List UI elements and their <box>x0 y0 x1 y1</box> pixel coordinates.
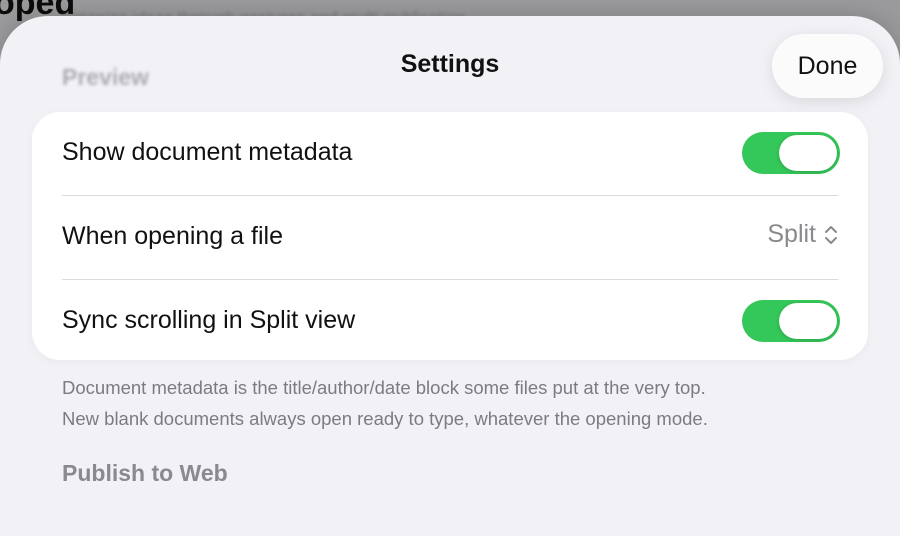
sync-scrolling-toggle[interactable] <box>742 300 840 342</box>
footnote-line: New blank documents always open ready to… <box>62 408 708 429</box>
chevron-up-down-icon <box>825 225 837 244</box>
opening-mode-picker[interactable]: Split <box>767 220 838 249</box>
settings-card: Show document metadata When opening a fi… <box>32 112 868 360</box>
settings-footnote: Document metadata is the title/author/da… <box>62 372 708 434</box>
show-metadata-toggle[interactable] <box>742 132 840 174</box>
toggle-knob <box>779 135 837 171</box>
footnote-line: Document metadata is the title/author/da… <box>62 377 706 398</box>
done-button[interactable]: Done <box>772 34 883 98</box>
row-label: Show document metadata <box>62 138 353 166</box>
settings-sheet: Preview Settings Done Show document meta… <box>0 16 900 536</box>
row-when-opening-a-file[interactable]: When opening a file Split <box>32 196 868 279</box>
row-show-document-metadata: Show document metadata <box>32 112 868 195</box>
picker-value: Split <box>767 220 816 248</box>
row-sync-scrolling: Sync scrolling in Split view <box>32 280 868 363</box>
publish-to-web-heading: Publish to Web <box>62 460 228 486</box>
sheet-title: Settings <box>400 50 500 78</box>
row-label: When opening a file <box>62 222 283 250</box>
toggle-knob <box>779 303 837 339</box>
row-label: Sync scrolling in Split view <box>62 306 356 334</box>
